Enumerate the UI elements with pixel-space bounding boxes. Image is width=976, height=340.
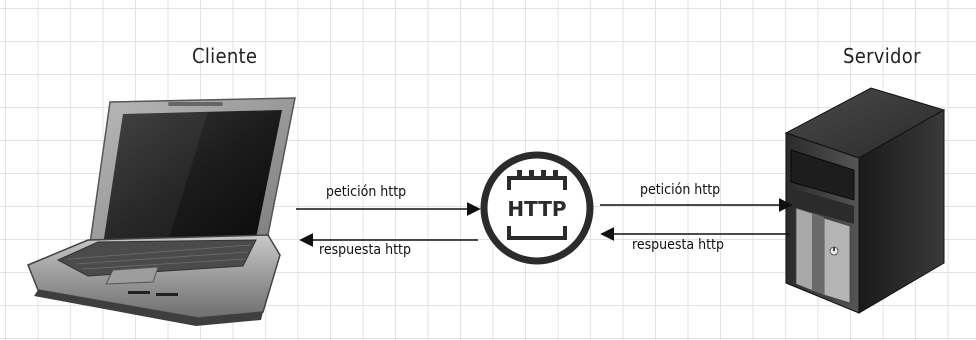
response-label-right: respuesta http xyxy=(632,237,724,253)
request-label-left: petición http xyxy=(326,184,407,200)
response-label-left: respuesta http xyxy=(319,242,411,258)
arrow-request-left xyxy=(296,198,793,247)
request-label-right: petición http xyxy=(640,182,721,198)
